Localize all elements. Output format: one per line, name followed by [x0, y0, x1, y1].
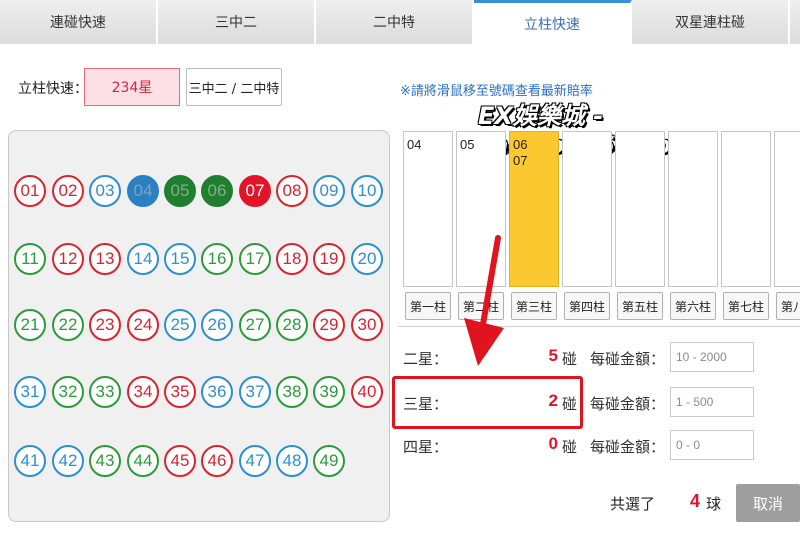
number-ball-33[interactable]: 33	[89, 376, 121, 408]
number-ball-41[interactable]: 41	[14, 445, 46, 477]
amount-label: 每碰金額：	[590, 350, 666, 368]
number-ball-13[interactable]: 13	[89, 243, 121, 275]
number-ball-09[interactable]: 09	[313, 175, 345, 207]
number-ball-29[interactable]: 29	[313, 309, 345, 341]
column-box-5[interactable]	[615, 131, 665, 287]
number-ball-10[interactable]: 10	[351, 175, 383, 207]
amount-label: 每碰金額：	[590, 438, 666, 456]
number-ball-11[interactable]: 11	[14, 243, 46, 275]
amount-input-3star[interactable]	[670, 387, 754, 417]
red-arrow-icon	[464, 235, 504, 366]
number-ball-47[interactable]: 47	[239, 445, 271, 477]
number-ball-26[interactable]: 26	[201, 309, 233, 341]
number-ball-27[interactable]: 27	[239, 309, 271, 341]
number-ball-42[interactable]: 42	[52, 445, 84, 477]
number-ball-35[interactable]: 35	[164, 376, 196, 408]
highlight-box	[392, 376, 583, 429]
number-ball-17[interactable]: 17	[239, 243, 271, 275]
star-row-unit: 碰	[562, 438, 578, 456]
column-number: 05	[460, 137, 475, 152]
number-ball-28[interactable]: 28	[276, 309, 308, 341]
number-ball-03[interactable]: 03	[89, 175, 121, 207]
number-ball-39[interactable]: 39	[313, 376, 345, 408]
number-ball-19[interactable]: 19	[313, 243, 345, 275]
number-ball-20[interactable]: 20	[351, 243, 383, 275]
amount-input-4star[interactable]	[670, 430, 754, 460]
tab-san-zhong-er[interactable]: 三中二	[158, 0, 316, 44]
column-box-8[interactable]	[774, 131, 800, 287]
number-ball-15[interactable]: 15	[164, 243, 196, 275]
number-ball-40[interactable]: 40	[351, 376, 383, 408]
tab-bar: 連碰快速 三中二 二中特 立柱快速 双星連柱碰	[0, 0, 800, 44]
number-ball-36[interactable]: 36	[201, 376, 233, 408]
divider	[398, 326, 800, 327]
selected-count: 4	[690, 491, 701, 511]
number-ball-34[interactable]: 34	[127, 376, 159, 408]
number-ball-18[interactable]: 18	[276, 243, 308, 275]
column-box-4[interactable]	[562, 131, 612, 287]
column-button-1[interactable]: 第一柱	[405, 292, 451, 320]
number-ball-31[interactable]: 31	[14, 376, 46, 408]
star-row-unit: 碰	[562, 350, 578, 368]
number-ball-49[interactable]: 49	[313, 445, 345, 477]
column-button-5[interactable]: 第五柱	[617, 292, 663, 320]
number-ball-04[interactable]: 04	[127, 175, 159, 207]
number-ball-32[interactable]: 32	[52, 376, 84, 408]
column-button-7[interactable]: 第七柱	[723, 292, 769, 320]
number-ball-05[interactable]: 05	[164, 175, 196, 207]
column-number: 06	[513, 137, 528, 152]
number-ball-22[interactable]: 22	[52, 309, 84, 341]
number-ball-37[interactable]: 37	[239, 376, 271, 408]
amount-label: 每碰金額：	[590, 395, 666, 413]
number-ball-46[interactable]: 46	[201, 445, 233, 477]
number-ball-02[interactable]: 02	[52, 175, 84, 207]
column-number: 04	[407, 137, 422, 152]
amount-input-2star[interactable]	[670, 342, 754, 372]
number-ball-07[interactable]: 07	[239, 175, 271, 207]
number-ball-14[interactable]: 14	[127, 243, 159, 275]
column-box-1[interactable]: 04	[403, 131, 453, 287]
column-button-3[interactable]: 第三柱	[511, 292, 557, 320]
star-count-badge: 234星	[84, 68, 180, 106]
column-button-8[interactable]: 第八柱	[776, 292, 800, 320]
column-number: 07	[513, 153, 528, 168]
number-ball-01[interactable]: 01	[14, 175, 46, 207]
number-ball-24[interactable]: 24	[127, 309, 159, 341]
tab-er-zhong-te[interactable]: 二中特	[316, 0, 474, 44]
lizhu-label: 立柱快速：	[18, 81, 88, 97]
number-ball-panel: 01 02 03 04 05 06 07 08 09 10 11 12 13 14 15 16 17 18 19 20…	[8, 130, 390, 522]
tab-lianpeng-fast[interactable]: 連碰快速	[0, 0, 158, 44]
number-ball-16[interactable]: 16	[201, 243, 233, 275]
column-box-3[interactable]: 06 07	[509, 131, 559, 287]
number-ball-06[interactable]: 06	[201, 175, 233, 207]
star-row-count: 0	[548, 434, 558, 453]
number-ball-08[interactable]: 08	[276, 175, 308, 207]
number-ball-48[interactable]: 48	[276, 445, 308, 477]
number-ball-43[interactable]: 43	[89, 445, 121, 477]
selected-unit: 球	[706, 495, 722, 513]
number-ball-45[interactable]: 45	[164, 445, 196, 477]
number-ball-38[interactable]: 38	[276, 376, 308, 408]
star-row-count: 5	[548, 346, 558, 365]
tab-lizhu-fast[interactable]: 立柱快速	[474, 0, 632, 44]
column-box-7[interactable]	[721, 131, 771, 287]
number-ball-23[interactable]: 23	[89, 309, 121, 341]
column-button-4[interactable]: 第四柱	[564, 292, 610, 320]
number-ball-12[interactable]: 12	[52, 243, 84, 275]
number-ball-21[interactable]: 21	[14, 309, 46, 341]
star-row-label: 二星：	[403, 350, 449, 368]
number-ball-30[interactable]: 30	[351, 309, 383, 341]
cancel-button[interactable]: 取消	[736, 484, 800, 522]
switch-mode-button[interactable]: 三中二 / 二中特	[186, 68, 282, 106]
selected-label: 共選了	[610, 495, 656, 513]
number-ball-25[interactable]: 25	[164, 309, 196, 341]
column-button-6[interactable]: 第六柱	[670, 292, 716, 320]
tab-double-star[interactable]: 双星連柱碰	[632, 0, 790, 44]
tab-overflow	[790, 0, 800, 44]
number-ball-44[interactable]: 44	[127, 445, 159, 477]
star-row-label: 四星：	[403, 438, 449, 456]
column-box-6[interactable]	[668, 131, 718, 287]
